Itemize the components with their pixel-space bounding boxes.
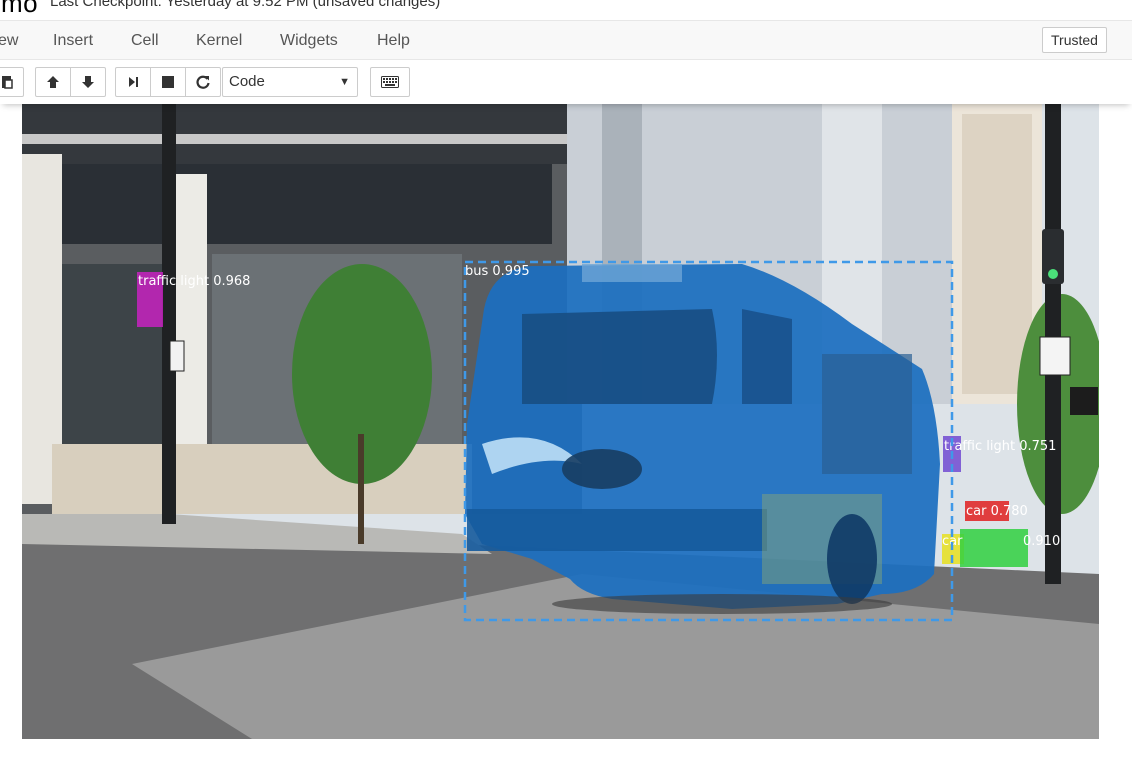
notebook-header: emo Last Checkpoint: Yesterday at 9:52 P…: [0, 0, 1132, 18]
menu-cell[interactable]: Cell: [131, 32, 159, 50]
keyboard-shortcuts-button[interactable]: [370, 67, 410, 97]
toolbar: Code ▼: [0, 61, 1132, 104]
bus-label: bus 0.995: [465, 264, 530, 279]
car-label-red: car 0.780: [966, 504, 1028, 519]
run-group: [115, 67, 221, 97]
clipboard-group: [0, 67, 24, 97]
interrupt-button[interactable]: [150, 67, 186, 97]
restart-icon: [196, 75, 210, 89]
menu-kernel[interactable]: Kernel: [196, 32, 242, 50]
trusted-indicator[interactable]: Trusted: [1042, 27, 1107, 53]
traffic-light-label-left: traffic light 0.968: [138, 274, 250, 289]
move-down-button[interactable]: [70, 67, 106, 97]
traffic-light-label-right: traffic light 0.751: [944, 439, 1056, 454]
cell-type-value: Code: [229, 73, 265, 90]
menu-widgets[interactable]: Widgets: [280, 32, 338, 50]
move-group: [35, 67, 106, 97]
cell-type-select[interactable]: Code ▼: [222, 67, 358, 97]
arrow-down-icon: [82, 76, 94, 88]
run-button[interactable]: [115, 67, 151, 97]
menubar: ew Insert Cell Kernel Widgets Help Trust…: [0, 20, 1132, 60]
detection-output-image: traffic light 0.968 traffic light 0.751 …: [22, 104, 1099, 739]
run-icon: [129, 77, 138, 87]
arrow-up-icon: [47, 76, 59, 88]
keyboard-icon: [381, 76, 399, 88]
move-up-button[interactable]: [35, 67, 71, 97]
notebook-name[interactable]: emo: [0, 0, 38, 18]
caret-down-icon: ▼: [339, 76, 350, 88]
paste-button[interactable]: [0, 67, 24, 97]
stop-icon: [162, 76, 174, 88]
menu-view[interactable]: ew: [0, 32, 18, 50]
menu-insert[interactable]: Insert: [53, 32, 93, 50]
paste-icon: [2, 76, 13, 89]
car-mask-green: [960, 529, 1028, 567]
checkpoint-status: Last Checkpoint: Yesterday at 9:52 PM (u…: [50, 0, 441, 10]
car-label-green: 0.910: [1023, 534, 1060, 549]
menu-help[interactable]: Help: [377, 32, 410, 50]
restart-button[interactable]: [185, 67, 221, 97]
